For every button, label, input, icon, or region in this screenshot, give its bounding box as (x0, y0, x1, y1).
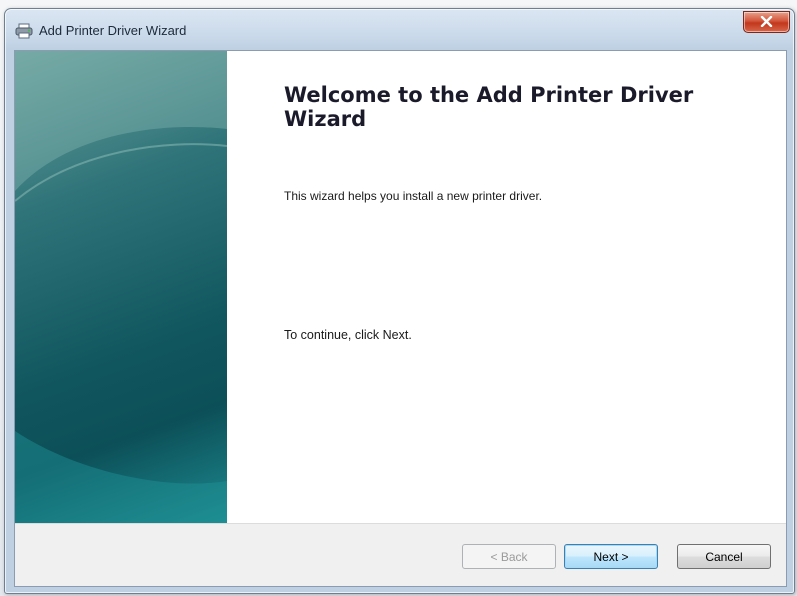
wizard-window: Add Printer Driver Wizard Welcome to the… (4, 8, 795, 594)
close-icon (760, 16, 773, 27)
cancel-button[interactable]: Cancel (677, 544, 771, 569)
banner-swoosh-graphic (15, 51, 227, 523)
wizard-content: Welcome to the Add Printer Driver Wizard… (227, 51, 786, 523)
continue-instruction: To continue, click Next. (284, 328, 412, 342)
wizard-client-area: Welcome to the Add Printer Driver Wizard… (14, 50, 787, 587)
close-button[interactable] (743, 11, 790, 33)
back-button[interactable]: < Back (462, 544, 556, 569)
wizard-side-banner (15, 51, 227, 523)
title-bar[interactable]: Add Printer Driver Wizard (5, 9, 794, 49)
printer-icon (15, 23, 33, 39)
wizard-button-bar: < Back Next > Cancel (15, 523, 786, 586)
window-title: Add Printer Driver Wizard (39, 23, 187, 38)
next-button[interactable]: Next > (564, 544, 658, 569)
wizard-description: This wizard helps you install a new prin… (284, 189, 543, 203)
page-title: Welcome to the Add Printer Driver Wizard (284, 83, 694, 131)
